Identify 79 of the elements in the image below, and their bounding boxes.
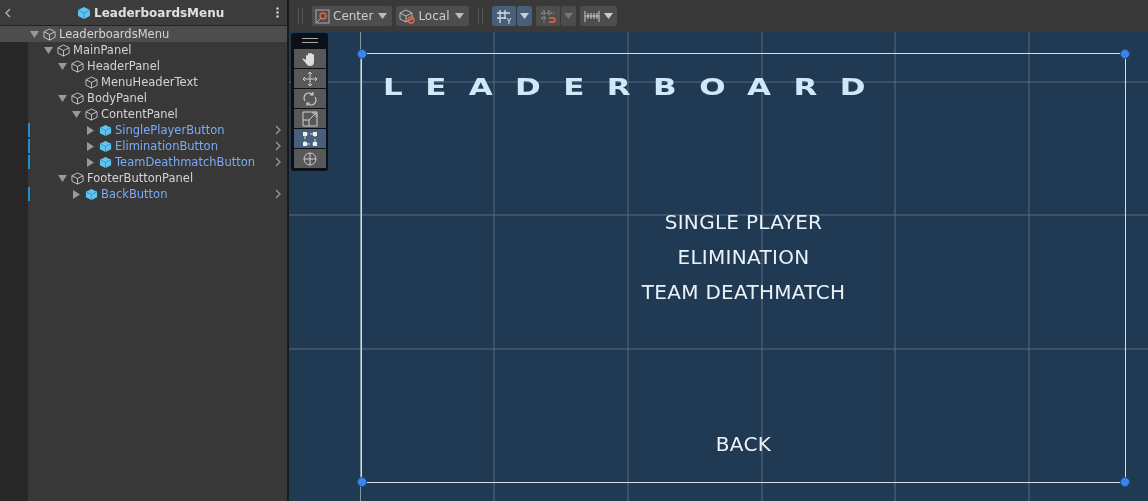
tree-item-label: FooterButtonPanel xyxy=(87,171,194,185)
caret-icon xyxy=(378,13,388,19)
tree-item[interactable]: HeaderPanel xyxy=(0,58,287,74)
caret-icon[interactable] xyxy=(516,6,532,26)
transform-tool-button[interactable] xyxy=(293,149,326,168)
override-marker xyxy=(28,123,30,137)
tree-item-label: HeaderPanel xyxy=(87,59,160,73)
scale-icon xyxy=(301,110,318,127)
menu-option[interactable]: ELIMINATION xyxy=(677,245,810,269)
cube-outline-icon xyxy=(43,27,56,41)
tree-item[interactable]: SinglePlayerButton xyxy=(0,122,287,138)
anchor-handle[interactable] xyxy=(1120,49,1130,59)
back-option[interactable]: BACK xyxy=(715,432,772,456)
tree-item-label: MainPanel xyxy=(73,43,132,57)
chevron-right-icon[interactable] xyxy=(275,189,281,199)
cube-outline-icon xyxy=(71,91,84,105)
expanded-arrow-icon[interactable] xyxy=(72,109,81,119)
menu-option[interactable]: TEAM DEATHMATCH xyxy=(641,280,846,304)
override-marker xyxy=(28,139,30,153)
cube-icon xyxy=(399,8,416,24)
cube-icon xyxy=(77,5,91,20)
tree-item[interactable]: TeamDeathmatchButton xyxy=(0,154,287,170)
caret-icon xyxy=(454,13,464,19)
rotate-tool-button[interactable] xyxy=(293,89,326,108)
rect-icon xyxy=(301,130,318,147)
leaderboard-title: LEADERBOARD xyxy=(383,73,888,101)
override-marker xyxy=(28,155,30,169)
tree-item-label: TeamDeathmatchButton xyxy=(115,155,256,169)
expanded-arrow-icon[interactable] xyxy=(58,61,67,71)
grid-snap-button[interactable] xyxy=(491,6,516,26)
cube-outline-icon xyxy=(85,107,98,121)
collapsed-arrow-icon[interactable] xyxy=(72,189,81,199)
tree-item-label: ContentPanel xyxy=(101,107,178,121)
pivot-dropdown[interactable]: Center xyxy=(312,6,393,26)
hand-tool-button[interactable] xyxy=(293,49,326,68)
ruler-dropdown[interactable] xyxy=(579,6,617,26)
cube-icon xyxy=(99,123,112,137)
transform-icon xyxy=(301,150,318,167)
expanded-arrow-icon[interactable] xyxy=(30,29,39,39)
cube-outline-icon xyxy=(71,171,84,185)
move-icon xyxy=(301,70,318,87)
anchor-handle[interactable] xyxy=(357,49,367,59)
tree-item-label: BodyPanel xyxy=(87,91,148,105)
cube-outline-icon xyxy=(85,75,98,89)
cube-outline-icon xyxy=(71,59,84,73)
tree-item[interactable]: MainPanel xyxy=(0,42,287,58)
tree-item[interactable]: LeaderboardsMenu xyxy=(0,26,287,42)
tree-item[interactable]: MenuHeaderText xyxy=(0,74,287,90)
cube-outline-icon xyxy=(57,43,70,57)
tree-item[interactable]: BackButton xyxy=(0,186,287,202)
anchor-handle[interactable] xyxy=(357,477,367,487)
tree-item-label: EliminationButton xyxy=(115,139,218,153)
tree-item-label: BackButton xyxy=(101,187,168,201)
menu-option[interactable]: SINGLE PLAYER xyxy=(664,210,823,234)
cube-icon xyxy=(99,155,112,169)
tree-item[interactable]: EliminationButton xyxy=(0,138,287,154)
tree-item-label: SinglePlayerButton xyxy=(115,123,225,137)
tree-item[interactable]: ContentPanel xyxy=(0,106,287,122)
caret-icon xyxy=(603,13,613,19)
pivot-icon xyxy=(315,8,330,24)
tree-item[interactable]: FooterButtonPanel xyxy=(0,170,287,186)
prefab-title: LeaderboardsMenu xyxy=(94,5,225,20)
anchor-handle[interactable] xyxy=(1120,477,1130,487)
space-dropdown[interactable]: Local xyxy=(396,6,469,26)
ruler-icon xyxy=(583,9,600,23)
more-options-icon[interactable] xyxy=(276,7,279,18)
tree-item-label: LeaderboardsMenu xyxy=(59,27,170,41)
scale-tool-button[interactable] xyxy=(293,109,326,128)
tree-item-label: MenuHeaderText xyxy=(101,75,198,89)
move-tool-button[interactable] xyxy=(293,69,326,88)
tree-item[interactable]: BodyPanel xyxy=(0,90,287,106)
rotate-icon xyxy=(301,90,318,107)
rect-tool-button[interactable] xyxy=(293,129,326,148)
expanded-arrow-icon[interactable] xyxy=(58,173,67,183)
override-marker xyxy=(28,187,30,201)
expanded-arrow-icon[interactable] xyxy=(44,45,53,55)
cube-icon xyxy=(85,187,98,201)
cube-icon xyxy=(99,139,112,153)
expanded-arrow-icon[interactable] xyxy=(58,93,67,103)
